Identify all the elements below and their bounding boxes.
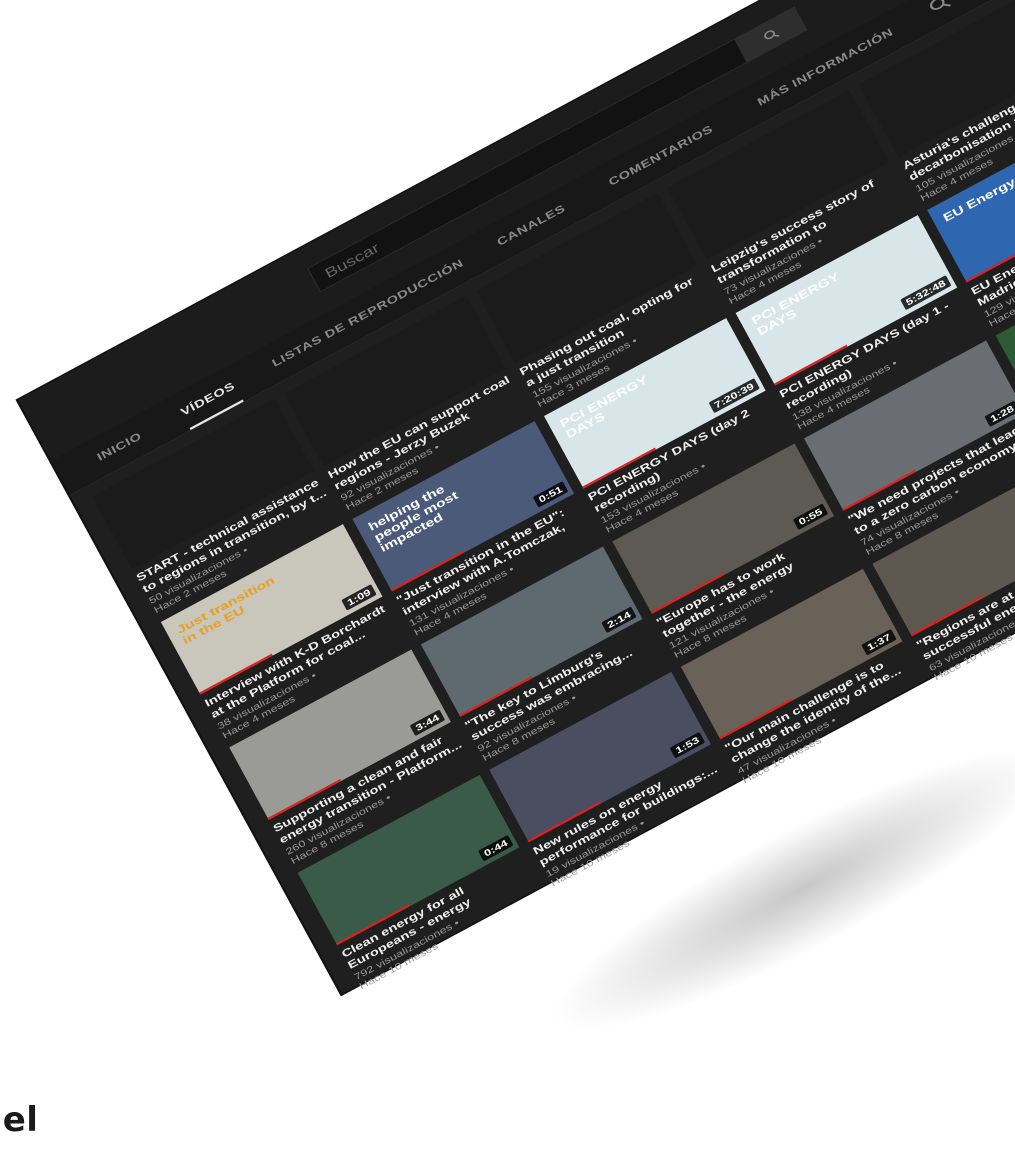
caption-text: nel bbox=[0, 1100, 39, 1140]
search-icon bbox=[764, 30, 780, 40]
search-button[interactable] bbox=[734, 6, 808, 63]
screen-viewport: Buscar INICIO VÍDEOS LISTAS DE REPRODUCC… bbox=[0, 0, 1015, 1152]
youtube-channel-screen: Buscar INICIO VÍDEOS LISTAS DE REPRODUCC… bbox=[18, 0, 1015, 994]
tab-search-icon[interactable] bbox=[926, 0, 954, 17]
